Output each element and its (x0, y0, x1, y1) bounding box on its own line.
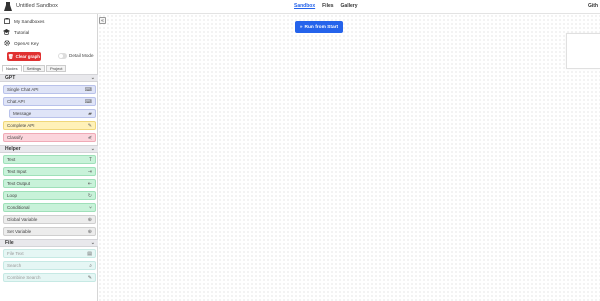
node-classify[interactable]: Classify ⋞ (3, 133, 96, 142)
section-title: File (5, 240, 14, 246)
tab-nodes[interactable]: Nodes (2, 65, 22, 72)
double-chevron-left-icon: « (101, 17, 104, 24)
section-gpt-header[interactable]: GPT ⌄ (0, 74, 98, 82)
node-conditional[interactable]: Conditional ⑂ (3, 203, 96, 212)
github-link[interactable]: Gith (588, 3, 598, 9)
node-text-output[interactable]: Text Output ⇤ (3, 179, 96, 188)
node-label: Classify (7, 135, 23, 140)
node-global-variable[interactable]: Global Variable ⊕ (3, 215, 96, 224)
node-search[interactable]: Search ⌕ (3, 261, 96, 270)
tab-project[interactable]: Project (46, 65, 67, 72)
detail-mode-toggle[interactable] (58, 53, 67, 59)
pencil-icon: ✎ (87, 123, 92, 129)
chevron-down-icon: ⌄ (90, 240, 95, 246)
clear-graph-label: Clear graph (15, 54, 40, 59)
node-label: Text (7, 157, 16, 162)
chat-icon: ⌨ (84, 99, 92, 105)
menu-openai-key[interactable]: OpenAI Key (3, 39, 39, 47)
node-single-chat-api[interactable]: Single Chat API ⌨ (3, 85, 96, 94)
file-icon: ▤ (87, 251, 92, 257)
branch-icon: ⑂ (88, 205, 92, 211)
sidebar: My Sandboxes Tutorial OpenAI Key 🗑 Clear… (0, 14, 98, 301)
node-message[interactable]: Message ▰ (9, 109, 96, 118)
loop-icon: ↻ (87, 193, 92, 199)
chevron-down-icon: ⌄ (90, 75, 95, 81)
app-root: Untitled Sandbox Sandbox Files Gallery G… (0, 0, 600, 301)
run-from-start-button[interactable]: » Run from Start (295, 21, 343, 33)
share-icon: ⋞ (87, 135, 92, 141)
section-file-header[interactable]: File ⌄ (0, 239, 98, 247)
node-set-variable[interactable]: Set Variable ⊕ (3, 227, 96, 236)
menu-my-sandboxes[interactable]: My Sandboxes (3, 17, 44, 25)
node-label: Message (13, 111, 32, 116)
speech-bubble-icon: ▰ (88, 111, 92, 117)
node-text[interactable]: Text T (3, 155, 96, 164)
menu-label: OpenAI Key (14, 40, 39, 46)
double-chevron-right-icon: » (299, 24, 303, 30)
node-label: Set Variable (7, 229, 32, 234)
node-label: File Text (7, 251, 24, 256)
section-helper-header[interactable]: Helper ⌄ (0, 145, 98, 153)
search-icon: ⌕ (89, 263, 92, 269)
node-chat-api[interactable]: Chat API ⌨ (3, 97, 96, 106)
node-label: Text Output (7, 181, 31, 186)
node-label: Loop (7, 193, 18, 198)
nav-sandbox[interactable]: Sandbox (294, 3, 315, 9)
top-nav: Sandbox Files Gallery (294, 3, 358, 9)
node-file-text[interactable]: File Text ▤ (3, 249, 96, 258)
gear-icon (3, 40, 10, 47)
node-label: Single Chat API (7, 87, 39, 92)
node-text-input[interactable]: Text Input ⇥ (3, 167, 96, 176)
input-icon: ⇥ (87, 169, 92, 175)
node-label: Search (7, 263, 22, 268)
detail-mode-label: Detail Mode (69, 53, 94, 58)
node-complete-api[interactable]: Complete API ✎ (3, 121, 96, 130)
node-label: Complete API (7, 123, 35, 128)
variable-icon: ⊕ (87, 229, 92, 235)
sandbox-title[interactable]: Untitled Sandbox (16, 3, 58, 9)
sidebar-tabs: Nodes Settings Project (2, 65, 67, 72)
menu-tutorial[interactable]: Tutorial (3, 28, 29, 36)
node-label: Chat API (7, 99, 25, 104)
menu-label: Tutorial (14, 29, 30, 35)
trash-icon: 🗑 (8, 53, 14, 59)
graduation-cap-icon (3, 29, 10, 36)
clear-graph-button[interactable]: 🗑 Clear graph (7, 52, 41, 61)
node-label: Global Variable (7, 217, 38, 222)
node-loop[interactable]: Loop ↻ (3, 191, 96, 200)
output-icon: ⇤ (87, 181, 92, 187)
pencil-icon: ✎ (87, 275, 92, 281)
node-combine-search[interactable]: Combine Search ✎ (3, 273, 96, 282)
node-label: Text Input (7, 169, 27, 174)
node-label: Conditional (7, 205, 30, 210)
app-logo-icon (4, 2, 12, 11)
section-title: GPT (5, 75, 16, 81)
section-title: Helper (5, 146, 21, 152)
nav-files[interactable]: Files (322, 3, 333, 9)
chat-icon: ⌨ (84, 87, 92, 93)
chevron-down-icon: ⌄ (90, 146, 95, 152)
text-icon: T (88, 157, 92, 163)
top-bar: Untitled Sandbox Sandbox Files Gallery G… (0, 0, 600, 14)
node-label: Combine Search (7, 275, 41, 280)
nav-gallery[interactable]: Gallery (341, 3, 358, 9)
graph-canvas[interactable] (98, 14, 600, 301)
run-label: Run from Start (304, 24, 339, 30)
variable-icon: ⊕ (87, 217, 92, 223)
menu-label: My Sandboxes (14, 18, 45, 24)
collapse-sidebar-button[interactable]: « (99, 17, 106, 24)
right-panel (566, 33, 600, 69)
sandbox-icon (3, 18, 10, 25)
tab-settings[interactable]: Settings (22, 65, 46, 72)
